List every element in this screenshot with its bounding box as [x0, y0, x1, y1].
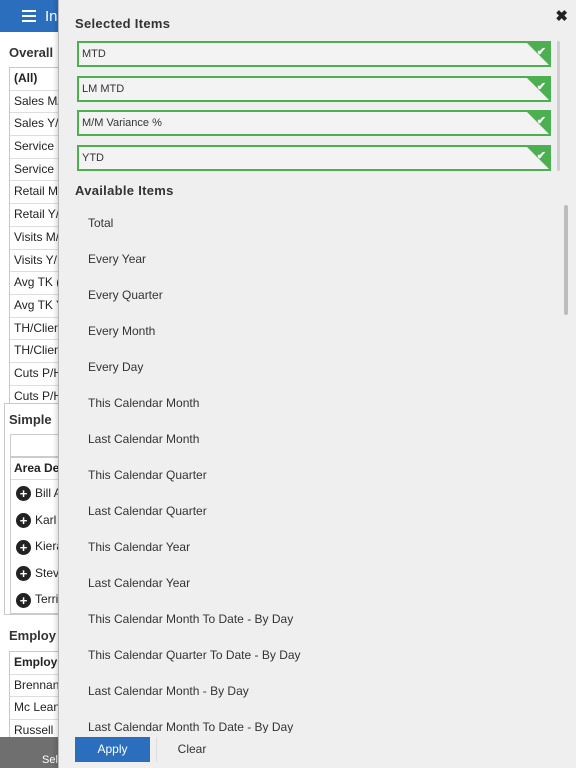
available-item[interactable]: Last Calendar Month To Date - By Day [75, 709, 569, 735]
expand-plus-icon[interactable]: + [16, 539, 31, 555]
selected-item-label: M/M Variance % [82, 117, 162, 129]
selected-item[interactable]: LM MTD ✔ [77, 75, 551, 102]
available-items-heading: Available Items [75, 183, 174, 198]
apply-button[interactable]: Apply [75, 737, 150, 762]
available-item[interactable]: Every Year [75, 241, 569, 277]
available-item[interactable]: Last Calendar Month - By Day [75, 673, 569, 709]
available-item[interactable]: Last Calendar Quarter [75, 493, 569, 529]
clear-button[interactable]: Clear [156, 737, 227, 762]
expand-plus-icon[interactable]: + [16, 592, 31, 608]
available-item[interactable]: This Calendar Month To Date - By Day [75, 601, 569, 637]
available-item[interactable]: Every Day [75, 349, 569, 385]
expand-plus-icon[interactable]: + [16, 486, 31, 502]
checkmark-icon: ✔ [536, 46, 546, 58]
tree-row-label: Terri [35, 592, 59, 607]
app-title: In [45, 8, 58, 25]
available-item[interactable]: This Calendar Month [75, 385, 569, 421]
selected-item-label: YTD [82, 151, 104, 164]
tree-row-label: Karl [35, 512, 57, 527]
selected-item[interactable]: M/M Variance % ✔ [77, 110, 551, 136]
checkmark-icon: ✔ [536, 115, 546, 127]
available-item[interactable]: Every Quarter [75, 277, 569, 313]
available-item[interactable]: This Calendar Year [75, 529, 569, 565]
available-item[interactable]: Last Calendar Month [75, 421, 569, 457]
selected-item[interactable]: YTD ✔ [77, 144, 551, 171]
checkmark-icon: ✔ [536, 80, 546, 93]
checkmark-icon: ✔ [536, 149, 546, 162]
selected-item-label: LM MTD [82, 82, 125, 95]
field-selector-panel: ✖ Selected Items MTD ✔ LM MTD ✔ M/M Variance… [58, 0, 576, 768]
close-icon[interactable]: ✖ [555, 7, 568, 25]
available-item[interactable]: This Calendar Quarter [75, 457, 569, 493]
selected-item[interactable]: MTD ✔ [77, 41, 551, 67]
expand-plus-icon[interactable]: + [16, 566, 31, 582]
available-item[interactable]: Total [75, 205, 569, 241]
simple-section-title: Simple [9, 412, 52, 427]
selected-items-list[interactable]: MTD ✔ LM MTD ✔ M/M Variance % ✔ YTD ✔ [77, 41, 557, 176]
selected-items-heading: Selected Items [75, 16, 171, 31]
available-item[interactable]: This Calendar Quarter To Date - By Day [75, 637, 569, 673]
available-item[interactable]: Last Calendar Year [75, 565, 569, 601]
dialog-footer: Apply Clear [59, 733, 576, 768]
bottom-select-label[interactable]: Sel [42, 754, 58, 766]
simple-section-box: Simple Area De + Bill A + Karl + Kiera + Stev + T… [4, 403, 71, 615]
app-topbar: In [0, 0, 60, 32]
selected-item-label: MTD [82, 48, 106, 60]
tree-row-label: Stev [35, 565, 60, 580]
overall-section-title: Overall [9, 45, 54, 60]
expand-plus-icon[interactable]: + [16, 512, 31, 528]
available-item[interactable]: Every Month [75, 313, 569, 349]
available-items-scrollbar[interactable] [564, 205, 568, 315]
selected-items-scrollbar[interactable] [557, 41, 560, 171]
employee-section-title: Employ [9, 628, 56, 643]
available-items-list[interactable]: Total Every Year Every Quarter Every Month E… [75, 205, 569, 735]
hamburger-menu-icon[interactable] [22, 10, 36, 22]
